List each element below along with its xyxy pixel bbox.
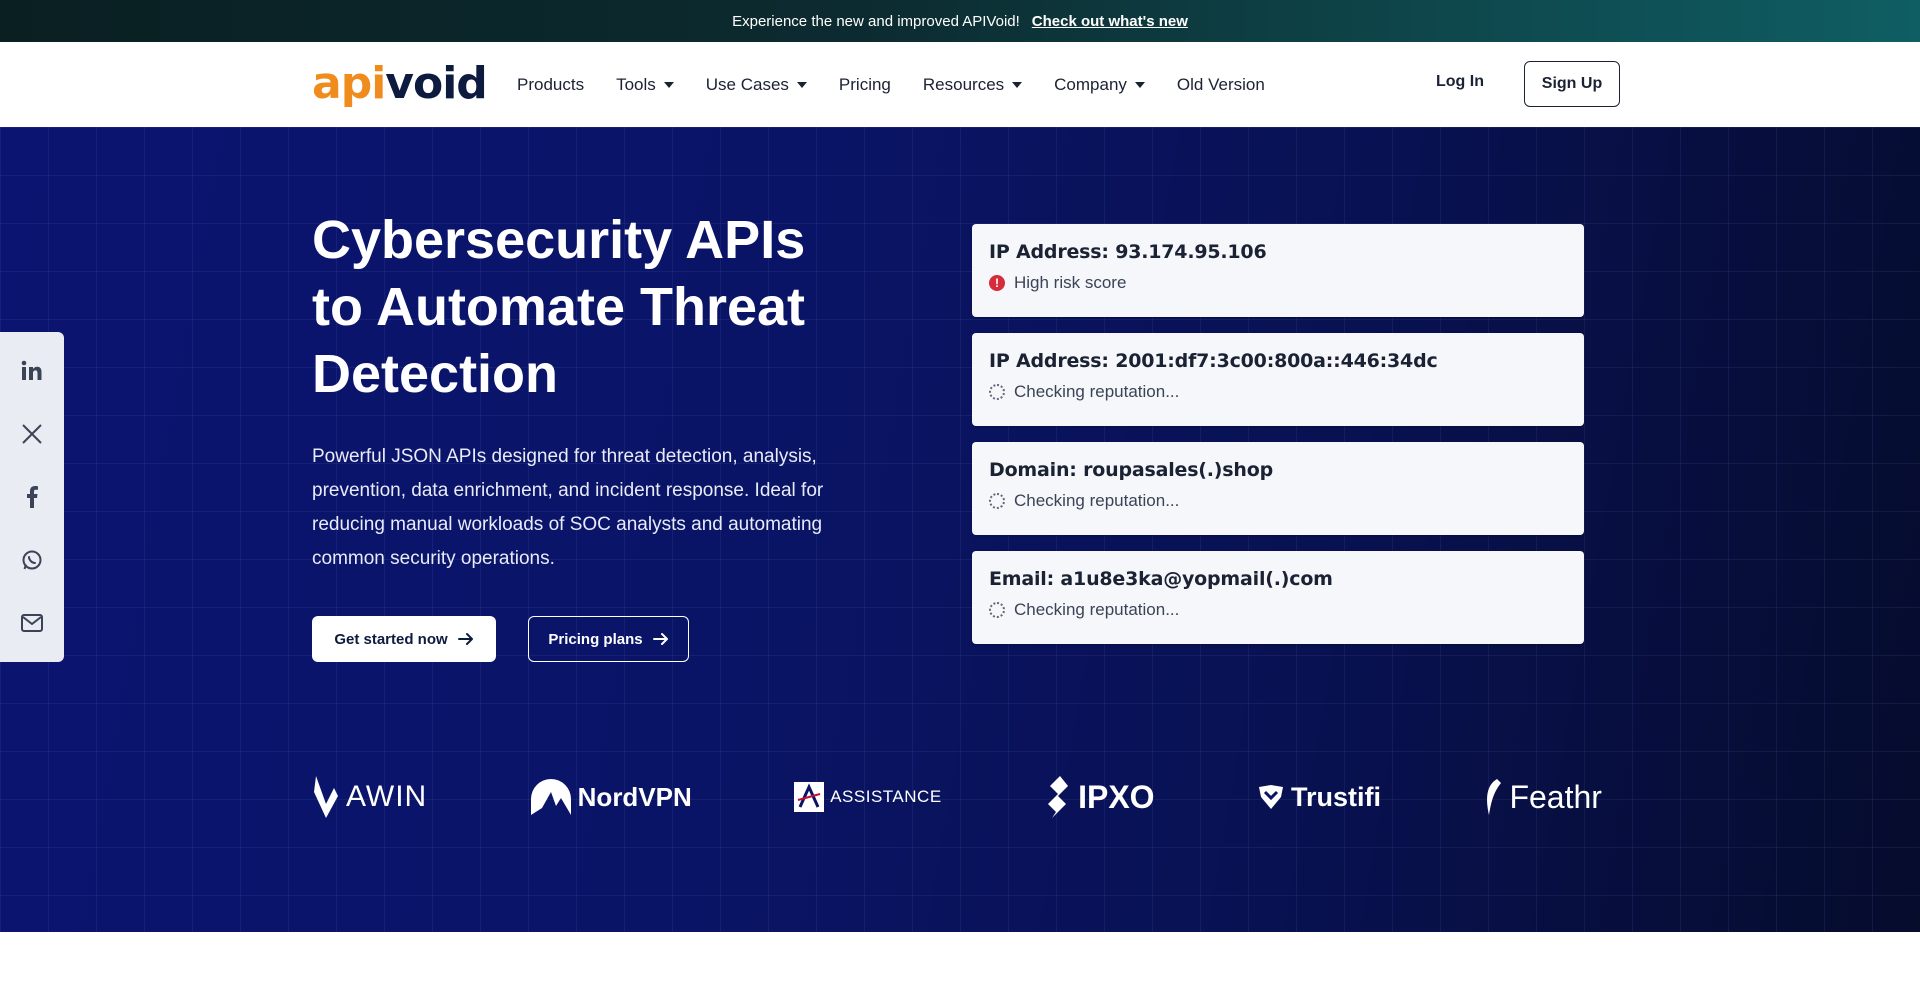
mail-icon[interactable] xyxy=(17,608,47,638)
feathr-logo: Feathr xyxy=(1483,777,1602,817)
spinner-icon xyxy=(989,384,1005,400)
get-started-button[interactable]: Get started now xyxy=(312,616,496,662)
nav-item-use-cases[interactable]: Use Cases xyxy=(706,75,807,95)
reputation-check-list: IP Address: 93.174.95.106 ! High risk sc… xyxy=(972,224,1584,660)
check-card: IP Address: 2001:df7:3c00:800a::446:34dc… xyxy=(972,333,1584,426)
check-card-status: ! High risk score xyxy=(989,273,1567,293)
pricing-plans-button[interactable]: Pricing plans xyxy=(528,616,689,662)
nav-menu: Products Tools Use Cases Pricing Resourc… xyxy=(517,42,1297,127)
arrow-right-icon xyxy=(652,633,668,645)
ipxo-logo: IPXO xyxy=(1044,774,1155,820)
linkedin-icon[interactable] xyxy=(17,356,47,386)
x-icon[interactable] xyxy=(17,419,47,449)
check-card-title: Domain: roupasales(.)shop xyxy=(989,459,1273,481)
spinner-icon xyxy=(989,602,1005,618)
check-card-title: Email: a1u8e3ka@yopmail(.)com xyxy=(989,568,1333,590)
hero-section: Cybersecurity APIs to Automate Threat De… xyxy=(0,127,1920,932)
whatsapp-icon[interactable] xyxy=(17,545,47,575)
signup-button[interactable]: Sign Up xyxy=(1524,61,1620,107)
axa-assistance-logo: ASSISTANCE xyxy=(794,782,941,812)
caret-down-icon xyxy=(1134,81,1145,88)
caret-down-icon xyxy=(796,81,807,88)
check-card-status: Checking reputation... xyxy=(989,600,1567,620)
trustifi-logo: Trustifi xyxy=(1257,782,1381,813)
check-card: IP Address: 93.174.95.106 ! High risk sc… xyxy=(972,224,1584,317)
caret-down-icon xyxy=(663,81,674,88)
main-nav: apivoid Products Tools Use Cases Pricing… xyxy=(0,42,1920,127)
nav-item-pricing[interactable]: Pricing xyxy=(839,75,891,95)
hero-title: Cybersecurity APIs to Automate Threat De… xyxy=(312,210,806,404)
hero-description: Powerful JSON APIs designed for threat d… xyxy=(312,446,824,569)
alert-icon: ! xyxy=(989,275,1005,291)
nav-item-tools[interactable]: Tools xyxy=(616,75,674,95)
check-card-title: IP Address: 93.174.95.106 xyxy=(989,241,1267,263)
announcement-text: Experience the new and improved APIVoid! xyxy=(732,12,1020,30)
social-share-bar xyxy=(0,332,64,662)
spinner-icon xyxy=(989,493,1005,509)
nordvpn-logo: NordVPN xyxy=(530,778,692,816)
nav-item-old-version[interactable]: Old Version xyxy=(1177,75,1265,95)
check-card-status: Checking reputation... xyxy=(989,382,1567,402)
check-card: Domain: roupasales(.)shop Checking reput… xyxy=(972,442,1584,535)
nav-item-company[interactable]: Company xyxy=(1054,75,1145,95)
check-card-status: Checking reputation... xyxy=(989,491,1567,511)
customer-logos: AWIN NordVPN ASSISTANCE IPXO Trustifi Fe… xyxy=(312,767,1602,827)
apivoid-logo[interactable]: apivoid xyxy=(312,60,488,108)
arrow-right-icon xyxy=(457,633,473,645)
check-card: Email: a1u8e3ka@yopmail(.)com Checking r… xyxy=(972,551,1584,644)
check-card-title: IP Address: 2001:df7:3c00:800a::446:34dc xyxy=(989,350,1438,372)
login-link[interactable]: Log In xyxy=(1436,73,1484,91)
facebook-icon[interactable] xyxy=(17,482,47,512)
caret-down-icon xyxy=(1012,81,1023,88)
announcement-bar: Experience the new and improved APIVoid!… xyxy=(0,0,1920,42)
announcement-link[interactable]: Check out what's new xyxy=(1032,13,1188,30)
nav-item-products[interactable]: Products xyxy=(517,75,584,95)
nav-item-resources[interactable]: Resources xyxy=(923,75,1023,95)
awin-logo: AWIN xyxy=(312,774,427,820)
